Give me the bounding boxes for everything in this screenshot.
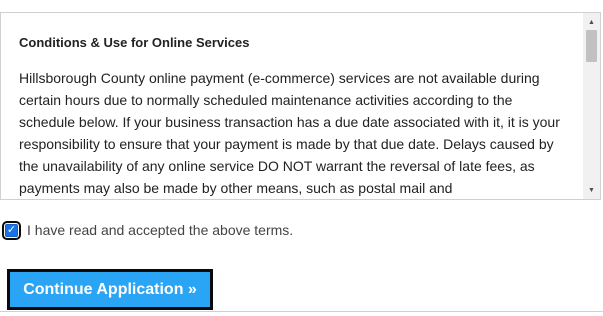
vertical-scrollbar[interactable]: ▲ ▼ [583, 13, 600, 199]
scroll-down-icon[interactable]: ▼ [583, 183, 600, 197]
checkmark-icon: ✓ [6, 223, 17, 236]
continue-application-button[interactable]: Continue Application » [7, 269, 213, 310]
scroll-thumb[interactable] [586, 30, 597, 62]
scroll-up-icon[interactable]: ▲ [583, 15, 600, 29]
terms-content: Conditions & Use for Online Services Hil… [19, 35, 567, 199]
terms-scroll-box[interactable]: Conditions & Use for Online Services Hil… [0, 12, 601, 200]
accept-terms-row: ✓ I have read and accepted the above ter… [2, 220, 293, 240]
terms-title: Conditions & Use for Online Services [19, 35, 250, 50]
accept-terms-label[interactable]: I have read and accepted the above terms… [27, 222, 293, 238]
accept-terms-checkbox[interactable]: ✓ [2, 220, 21, 240]
terms-body: Hillsborough County online payment (e-co… [19, 70, 560, 196]
divider [0, 311, 603, 312]
